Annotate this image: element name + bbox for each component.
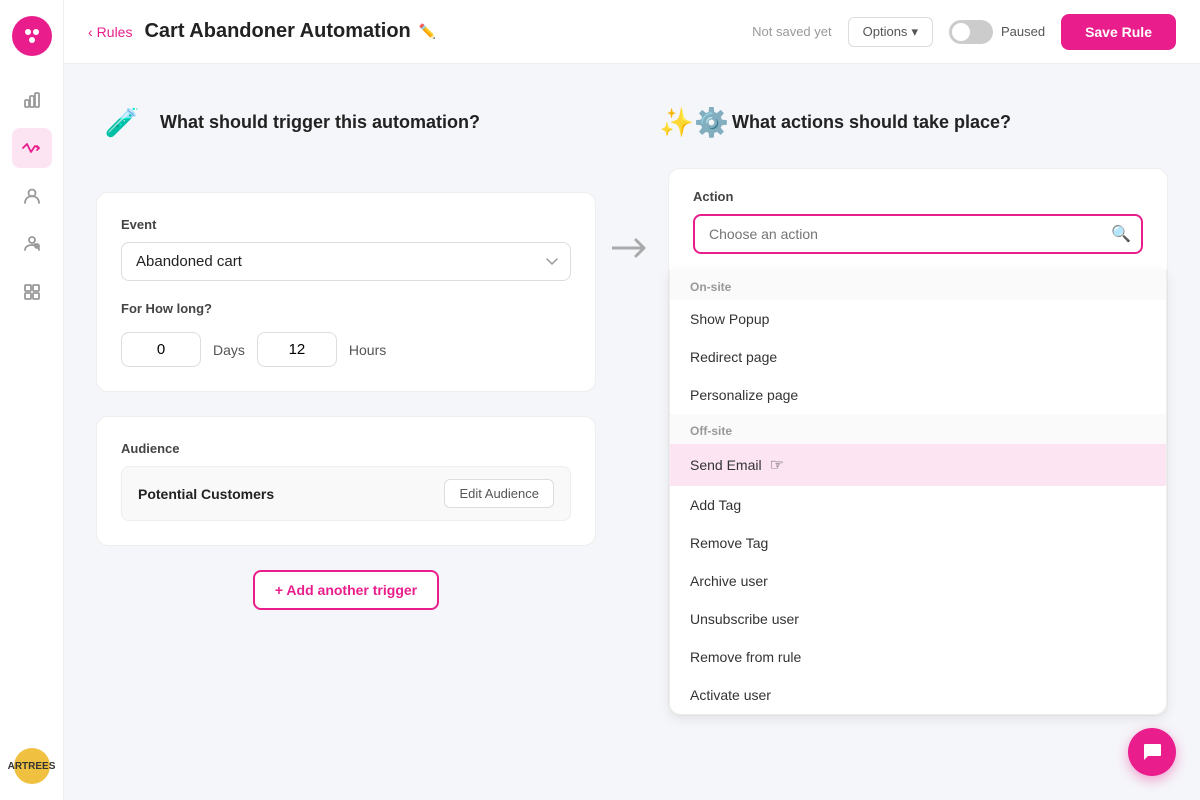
page-body: 🧪 What should trigger this automation? E… bbox=[64, 64, 1200, 800]
dropdown-item-add-tag[interactable]: Add Tag bbox=[670, 486, 1166, 524]
duration-row: Days Hours bbox=[121, 332, 571, 367]
dropdown-item-personalize-page[interactable]: Personalize page bbox=[670, 376, 1166, 414]
dropdown-item-send-email[interactable]: Send Email ☞ bbox=[670, 444, 1166, 486]
event-select[interactable]: Abandoned cart bbox=[121, 242, 571, 281]
audience-card: Audience Potential Customers Edit Audien… bbox=[96, 416, 596, 546]
chevron-down-icon: ▾ bbox=[911, 24, 918, 40]
hours-unit: Hours bbox=[349, 342, 386, 358]
event-label: Event bbox=[121, 217, 571, 232]
chat-button[interactable] bbox=[1128, 728, 1176, 776]
action-search-input[interactable] bbox=[693, 214, 1143, 254]
offsite-group-label: Off-site bbox=[670, 414, 1166, 444]
dropdown-item-remove-tag[interactable]: Remove Tag bbox=[670, 524, 1166, 562]
action-field-label: Action bbox=[693, 189, 1143, 204]
sidebar-item-contacts[interactable] bbox=[12, 176, 52, 216]
toggle-knob bbox=[952, 23, 970, 41]
page-title: Cart Abandoner Automation ✏️ bbox=[144, 20, 436, 43]
action-card-header: Action 🔍 bbox=[669, 169, 1167, 270]
trigger-panel: 🧪 What should trigger this automation? E… bbox=[96, 96, 596, 768]
arrow-icon bbox=[612, 236, 652, 260]
dropdown-item-redirect-page[interactable]: Redirect page bbox=[670, 338, 1166, 376]
breadcrumb-text: Rules bbox=[97, 24, 133, 40]
edit-audience-button[interactable]: Edit Audience bbox=[444, 479, 554, 508]
toggle-label: Paused bbox=[1001, 24, 1045, 39]
cursor-icon: ☞ bbox=[770, 455, 784, 475]
chat-icon bbox=[1141, 741, 1163, 763]
add-trigger-button[interactable]: + Add another trigger bbox=[253, 570, 439, 610]
dropdown-item-show-popup[interactable]: Show Popup bbox=[670, 300, 1166, 338]
main-content: ‹ Rules Cart Abandoner Automation ✏️ Not… bbox=[64, 0, 1200, 800]
user-avatar[interactable]: ARTREES bbox=[14, 748, 50, 784]
sidebar-item-integrations[interactable] bbox=[12, 272, 52, 312]
trigger-title: What should trigger this automation? bbox=[160, 112, 480, 133]
hours-input[interactable] bbox=[257, 332, 337, 367]
sidebar-item-account[interactable] bbox=[12, 224, 52, 264]
action-panel: ✨⚙️ What actions should take place? Acti… bbox=[668, 96, 1168, 768]
action-section-header: ✨⚙️ What actions should take place? bbox=[668, 96, 1168, 148]
paused-toggle-wrap: Paused bbox=[949, 20, 1045, 44]
action-icon: ✨⚙️ bbox=[668, 96, 720, 148]
action-dropdown: On-site Show Popup Redirect page Persona… bbox=[669, 270, 1167, 715]
dropdown-item-remove-from-rule[interactable]: Remove from rule bbox=[670, 638, 1166, 676]
breadcrumb-link[interactable]: ‹ Rules bbox=[88, 24, 132, 40]
sidebar-item-automation[interactable] bbox=[12, 128, 52, 168]
save-rule-button[interactable]: Save Rule bbox=[1061, 14, 1176, 50]
action-card: Action 🔍 On-site Show Popup Redirect pag… bbox=[668, 168, 1168, 716]
onsite-group-label: On-site bbox=[670, 270, 1166, 300]
audience-label: Audience bbox=[121, 441, 571, 456]
dropdown-item-activate-user[interactable]: Activate user bbox=[670, 676, 1166, 714]
app-logo[interactable] bbox=[12, 16, 52, 56]
days-unit: Days bbox=[213, 342, 245, 358]
trigger-section-header: 🧪 What should trigger this automation? bbox=[96, 96, 596, 148]
audience-name: Potential Customers bbox=[138, 486, 274, 502]
action-title: What actions should take place? bbox=[732, 112, 1011, 133]
paused-toggle[interactable] bbox=[949, 20, 993, 44]
sidebar-bottom: ARTREES bbox=[14, 748, 50, 784]
dropdown-item-unsubscribe-user[interactable]: Unsubscribe user bbox=[670, 600, 1166, 638]
days-input[interactable] bbox=[121, 332, 201, 367]
topbar: ‹ Rules Cart Abandoner Automation ✏️ Not… bbox=[64, 0, 1200, 64]
trigger-event-card: Event Abandoned cart For How long? Days … bbox=[96, 192, 596, 392]
not-saved-status: Not saved yet bbox=[752, 24, 832, 39]
search-icon: 🔍 bbox=[1111, 224, 1131, 244]
sidebar: ARTREES bbox=[0, 0, 64, 800]
options-button[interactable]: Options ▾ bbox=[848, 17, 933, 47]
sidebar-item-dashboard[interactable] bbox=[12, 80, 52, 120]
action-search-wrap: 🔍 bbox=[693, 214, 1143, 254]
topbar-right: Not saved yet Options ▾ Paused Save Rule bbox=[752, 14, 1176, 50]
dropdown-item-archive-user[interactable]: Archive user bbox=[670, 562, 1166, 600]
edit-icon[interactable]: ✏️ bbox=[419, 23, 436, 40]
arrow-connector bbox=[596, 96, 668, 768]
duration-label: For How long? bbox=[121, 301, 571, 316]
chevron-left-icon: ‹ bbox=[88, 24, 93, 40]
trigger-icon: 🧪 bbox=[96, 96, 148, 148]
audience-row: Potential Customers Edit Audience bbox=[121, 466, 571, 521]
